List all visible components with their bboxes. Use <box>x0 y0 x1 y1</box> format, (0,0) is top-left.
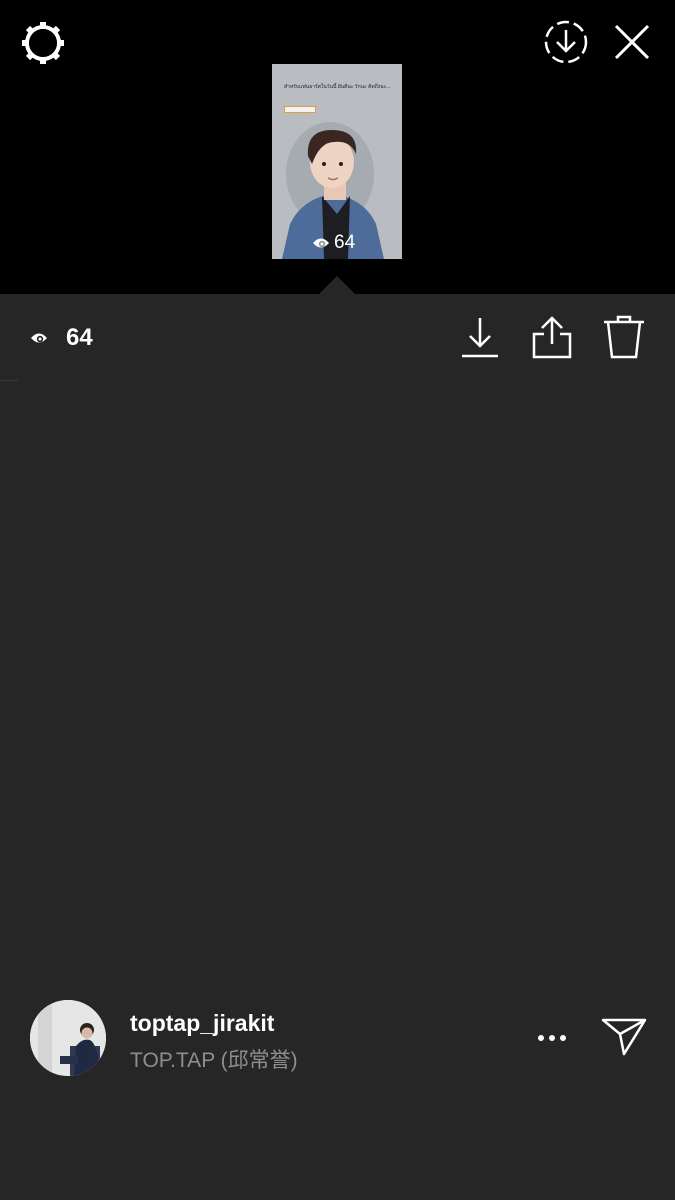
close-icon <box>614 24 650 60</box>
share-icon <box>532 316 572 359</box>
paper-plane-icon <box>601 1018 647 1056</box>
views-summary[interactable]: 64 <box>30 324 93 352</box>
send-message-button[interactable] <box>600 1014 648 1058</box>
more-dots-icon <box>538 1035 566 1041</box>
settings-button[interactable] <box>20 20 66 66</box>
viewer-username[interactable]: toptap_jirakit <box>130 1010 274 1037</box>
thumbnail-pointer <box>318 276 356 295</box>
more-options-button[interactable] <box>532 1020 572 1056</box>
story-header: สำหรับแฟนอาร์ตในวันนี้ ฝันดีนะ รักนะ คิด… <box>0 0 675 294</box>
trash-icon <box>604 315 644 359</box>
share-button[interactable] <box>530 314 574 360</box>
thumbnail-view-count: 64 <box>312 232 355 254</box>
portrait-illustration <box>282 122 384 259</box>
avatar-photo <box>30 1000 106 1076</box>
divider <box>0 380 18 381</box>
save-story-button[interactable] <box>542 18 590 66</box>
story-thumbnail[interactable]: สำหรับแฟนอาร์ตในวันนี้ ฝันดีนะ รักนะ คิด… <box>272 64 402 259</box>
thumbnail-view-number: 64 <box>334 232 356 253</box>
viewer-list-item[interactable]: toptap_jirakit TOP.TAP (邱常誉) <box>0 996 675 1080</box>
close-button[interactable] <box>610 20 654 64</box>
dashed-download-circle-icon <box>544 20 588 64</box>
viewer-full-name: TOP.TAP (邱常誉) <box>130 1049 298 1072</box>
download-button[interactable] <box>458 314 502 360</box>
views-count: 64 <box>66 324 93 351</box>
download-icon <box>462 318 498 358</box>
eye-icon <box>31 333 47 343</box>
story-stats-row: 64 <box>0 294 675 380</box>
eye-icon <box>313 238 329 248</box>
avatar[interactable] <box>30 1000 106 1076</box>
gear-icon <box>22 22 64 64</box>
delete-button[interactable] <box>602 314 646 360</box>
